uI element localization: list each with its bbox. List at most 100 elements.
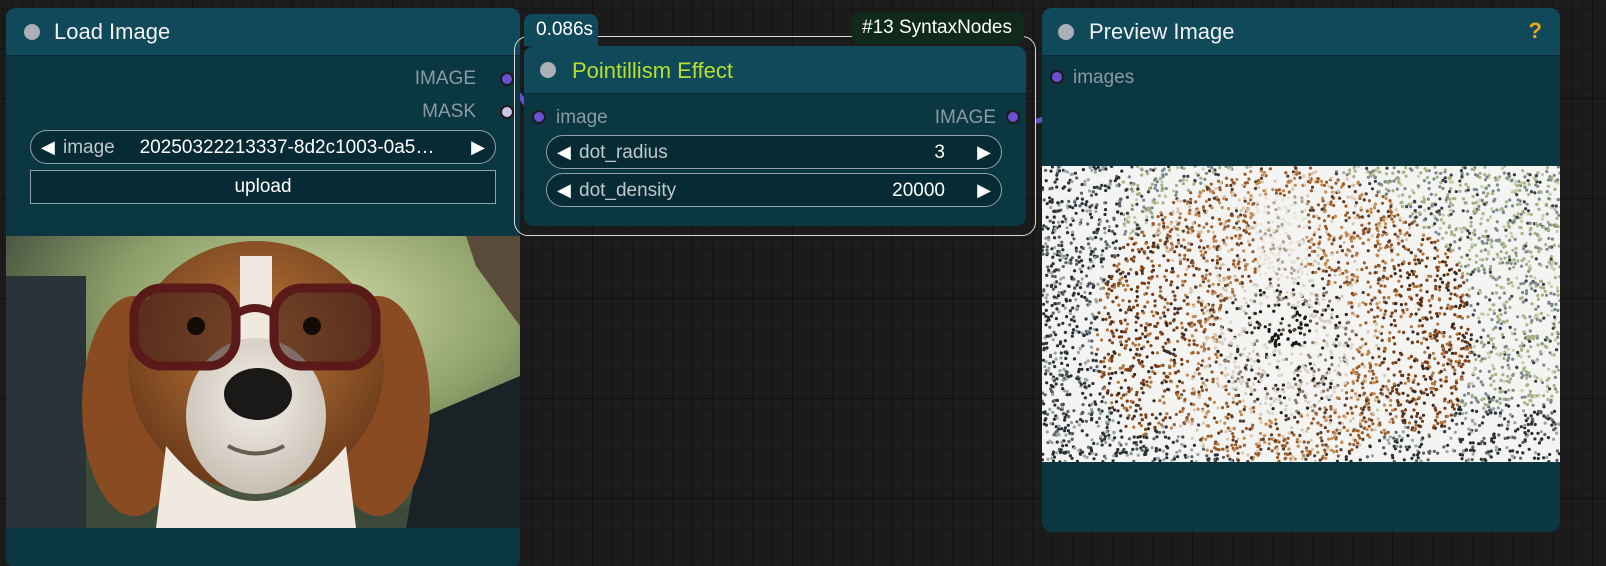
pointillism-dot xyxy=(1526,349,1530,353)
pointillism-dot xyxy=(1080,277,1084,281)
pointillism-dot xyxy=(1321,196,1325,200)
pointillism-dot xyxy=(1321,308,1325,312)
arrow-right-icon[interactable]: ▶ xyxy=(471,136,485,158)
pointillism-dot xyxy=(1346,195,1350,199)
output-label-image: IMAGE xyxy=(934,107,996,128)
pointillism-dot xyxy=(1509,435,1513,439)
pointillism-header[interactable]: Pointillism Effect xyxy=(524,46,1026,94)
pointillism-dot xyxy=(1537,197,1541,201)
pointillism-dot xyxy=(1051,338,1055,342)
pointillism-dot xyxy=(1482,191,1486,195)
pointillism-dot xyxy=(1527,192,1531,196)
pointillism-dot xyxy=(1413,209,1417,213)
pointillism-dot xyxy=(1435,175,1439,179)
pointillism-dot xyxy=(1533,191,1537,195)
decrement-arrow-icon[interactable]: ◀ xyxy=(557,179,571,201)
pointillism-dot xyxy=(1295,318,1299,322)
pointillism-dot xyxy=(1446,272,1450,276)
pointillism-dot xyxy=(1553,179,1557,183)
pointillism-dot xyxy=(1258,431,1263,435)
pointillism-dot xyxy=(1399,315,1403,319)
pointillism-dot xyxy=(1422,179,1426,183)
dot-density-widget[interactable]: ◀ dot_density 20000 ▶ xyxy=(546,173,1002,207)
preview-image-header[interactable]: Preview Image ? xyxy=(1042,8,1560,56)
pointillism-dot xyxy=(1471,419,1475,423)
pointillism-dot xyxy=(1536,456,1540,461)
dot-radius-widget[interactable]: ◀ dot_radius 3 ▶ xyxy=(546,135,1002,169)
pointillism-dot xyxy=(1353,313,1357,317)
pointillism-dot xyxy=(1528,173,1532,177)
image-selector-widget[interactable]: ◀ image 20250322213337-8d2c1003-0a5… ▶ xyxy=(30,130,496,164)
pointillism-dot xyxy=(1233,274,1237,278)
pointillism-dot xyxy=(1421,252,1425,256)
pointillism-dot xyxy=(1449,362,1453,366)
collapse-toggle-icon[interactable] xyxy=(24,24,40,40)
pointillism-dot xyxy=(1415,411,1420,416)
pointillism-dot xyxy=(1080,411,1084,415)
pointillism-dot xyxy=(1115,183,1119,188)
pointillism-dot xyxy=(1201,189,1205,193)
pointillism-dot xyxy=(1131,229,1135,233)
pointillism-dot xyxy=(1061,412,1065,416)
pointillism-dot xyxy=(1356,314,1360,318)
preview-image-node[interactable]: Preview Image ? images xyxy=(1042,8,1560,532)
pointillism-dot xyxy=(1178,261,1183,266)
pointillism-dot xyxy=(1197,267,1201,271)
pointillism-dot xyxy=(1408,214,1412,219)
pointillism-dot xyxy=(1534,257,1538,261)
pointillism-dot xyxy=(1481,383,1485,387)
node-id-badge: #13 SyntaxNodes xyxy=(852,12,1024,44)
upload-button[interactable]: upload xyxy=(30,170,496,204)
collapse-toggle-icon[interactable] xyxy=(540,62,556,78)
pointillism-dot xyxy=(1225,183,1229,188)
input-slot-images-icon[interactable] xyxy=(1050,70,1064,84)
output-slot-mask-icon[interactable] xyxy=(500,105,514,119)
pointillism-dot xyxy=(1547,300,1551,304)
pointillism-dot xyxy=(1055,185,1059,189)
load-image-node[interactable]: Load Image IMAGE MASK ◀ image 2025032221… xyxy=(6,8,520,566)
pointillism-dot xyxy=(1427,187,1431,191)
pointillism-effect-node[interactable]: Pointillism Effect image IMAGE ◀ dot_rad… xyxy=(524,46,1026,226)
load-image-header[interactable]: Load Image xyxy=(6,8,520,56)
pointillism-dot xyxy=(1121,180,1125,184)
pointillism-dot xyxy=(1271,335,1275,339)
pointillism-dot xyxy=(1081,264,1085,268)
help-icon[interactable]: ? xyxy=(1529,18,1542,44)
pointillism-dot xyxy=(1246,201,1251,205)
pointillism-dot xyxy=(1446,443,1450,447)
pointillism-dot xyxy=(1049,271,1054,275)
pointillism-dot xyxy=(1175,166,1180,170)
pointillism-dot xyxy=(1477,423,1482,428)
decrement-arrow-icon[interactable]: ◀ xyxy=(557,141,571,163)
pointillism-dot xyxy=(1515,365,1519,369)
pointillism-dot xyxy=(1367,199,1371,203)
pointillism-dot xyxy=(1195,172,1199,176)
pointillism-dot xyxy=(1408,283,1412,288)
pointillism-dot xyxy=(1116,447,1120,452)
pointillism-dot xyxy=(1491,364,1495,368)
output-slot-image-icon[interactable] xyxy=(500,72,514,86)
pointillism-dot xyxy=(1258,310,1263,314)
pointillism-dot xyxy=(1267,284,1271,288)
pointillism-dot xyxy=(1332,390,1336,394)
increment-arrow-icon[interactable]: ▶ xyxy=(977,141,991,163)
collapse-toggle-icon[interactable] xyxy=(1058,24,1074,40)
pointillism-dot xyxy=(1460,174,1464,179)
pointillism-dot xyxy=(1124,442,1128,446)
pointillism-dot xyxy=(1441,213,1445,217)
pointillism-dot xyxy=(1132,459,1136,462)
pointillism-dot xyxy=(1068,311,1073,315)
output-slot-image-icon[interactable] xyxy=(1006,110,1020,124)
input-slot-image-icon[interactable] xyxy=(532,110,546,124)
pointillism-dot xyxy=(1086,445,1091,449)
arrow-left-icon[interactable]: ◀ xyxy=(41,136,55,158)
pointillism-dot xyxy=(1158,238,1162,243)
pointillism-dot xyxy=(1301,344,1305,348)
pointillism-dot xyxy=(1503,417,1507,421)
increment-arrow-icon[interactable]: ▶ xyxy=(977,179,991,201)
pointillism-dot xyxy=(1373,206,1377,210)
pointillism-dot xyxy=(1504,204,1508,209)
pointillism-dot xyxy=(1351,293,1356,297)
pointillism-dot xyxy=(1549,291,1553,295)
pointillism-dot xyxy=(1240,274,1245,278)
